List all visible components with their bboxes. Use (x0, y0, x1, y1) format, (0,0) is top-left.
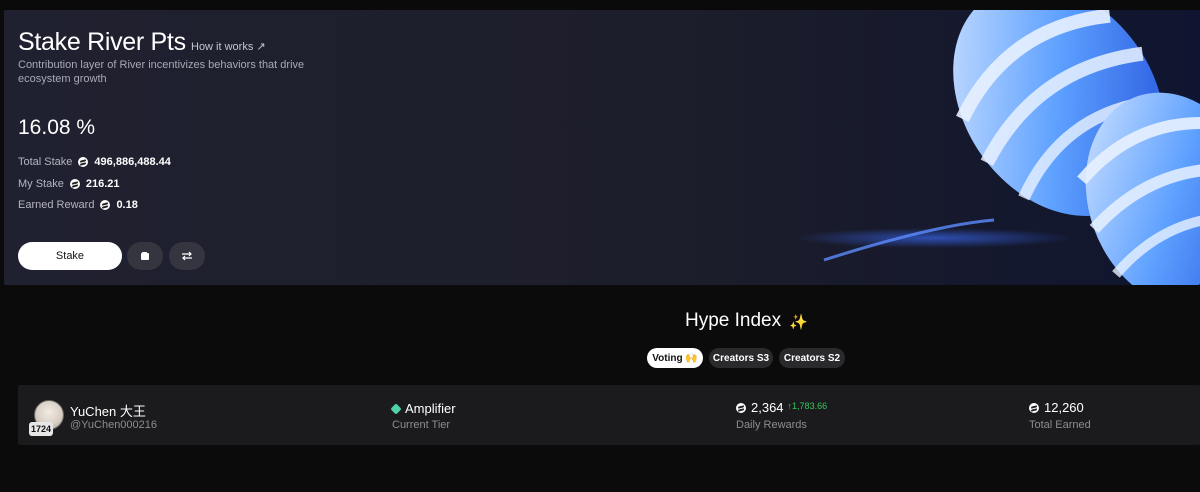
river-coin-icon (1029, 402, 1039, 413)
top-strip (0, 0, 1200, 10)
user-handle: @YuChen000216 (70, 419, 158, 431)
wallet-icon (141, 252, 149, 260)
my-stake-row: My Stake 216.21 (18, 178, 120, 190)
total-earned-row: 12,260 (1029, 400, 1084, 415)
swap-button[interactable] (169, 242, 205, 270)
daily-rewards-label: Daily Rewards (736, 419, 807, 431)
apr-value: 16.08 % (18, 116, 96, 139)
river-coin-icon (100, 200, 111, 210)
stat-value: 0.18 (116, 199, 138, 211)
stat-value: 216.21 (85, 178, 120, 190)
stake-button[interactable]: Stake (18, 242, 122, 270)
daily-rewards-value: 2,364 (751, 400, 784, 415)
stat-label: My Stake (18, 178, 64, 190)
stake-hero-card: Stake River Pts How it works ↗ Contribut… (4, 10, 1200, 285)
rank-badge: 1724 (29, 422, 53, 436)
river-coin-icon (78, 157, 89, 167)
total-earned-value: 12,260 (1044, 400, 1084, 415)
tab-creators-s3[interactable]: Creators S3 (709, 348, 773, 368)
stat-label: Earned Reward (18, 199, 95, 211)
tier-row: Amplifier (390, 401, 456, 416)
stat-label: Total Stake (18, 156, 73, 168)
tier-value: Amplifier (405, 401, 456, 416)
tab-voting[interactable]: Voting 🙌 (647, 348, 703, 368)
tier-label: Current Tier (392, 419, 451, 431)
user-row-card[interactable] (18, 385, 1200, 445)
hero-description: Contribution layer of River incentivizes… (18, 59, 305, 85)
how-it-works-link[interactable]: How it works ↗ (191, 40, 266, 53)
daily-rewards-delta: ↑1,783.66 (787, 400, 828, 411)
user-name[interactable]: YuChen 大王 (70, 401, 146, 420)
tier-gem-icon (390, 402, 402, 415)
hype-index-title: Hype Index (685, 310, 782, 331)
page-title: Stake River Pts (18, 28, 186, 56)
earned-reward-row: Earned Reward 0.18 (18, 199, 138, 211)
swap-icon (182, 251, 192, 261)
total-stake-row: Total Stake 496,886,488.44 (18, 156, 171, 168)
wallet-button[interactable] (127, 242, 163, 270)
stat-value: 496,886,488.44 (94, 156, 171, 168)
tab-creators-s2[interactable]: Creators S2 (779, 348, 845, 368)
total-earned-label: Total Earned (1029, 419, 1091, 431)
river-coin-icon (736, 402, 746, 413)
daily-rewards-row: 2,364 ↑1,783.66 (736, 400, 827, 415)
sparkle-icon: ✨ (789, 314, 808, 331)
river-coin-icon (69, 179, 80, 189)
